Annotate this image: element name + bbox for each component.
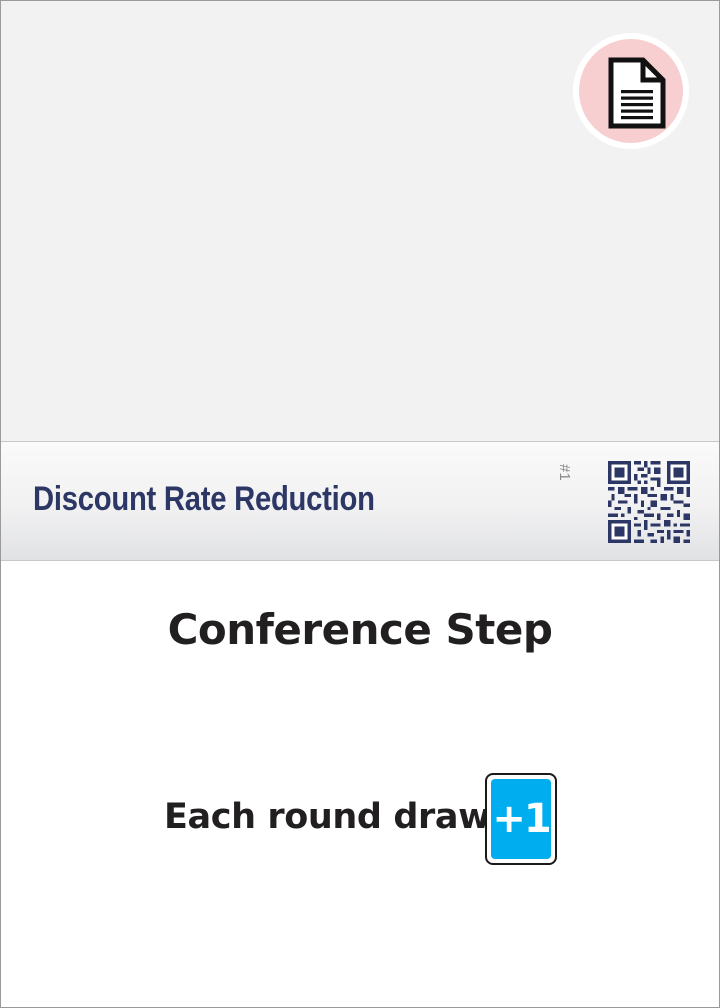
- effect-text: Each round draw: [164, 797, 491, 837]
- document-icon: [608, 57, 666, 129]
- draw-token-face: +1: [491, 779, 552, 859]
- step-heading: Conference Step: [167, 605, 553, 654]
- card-type-badge: [573, 33, 689, 149]
- draw-amount: +1: [492, 796, 551, 842]
- card-type-badge-circle: [579, 39, 683, 143]
- qr-code-icon: [608, 461, 690, 543]
- card-number: #1: [556, 464, 573, 481]
- game-card[interactable]: Discount Rate Reduction #1 Conference St…: [0, 0, 720, 1008]
- draw-token: +1: [485, 773, 557, 865]
- card-art-area: [1, 1, 719, 441]
- title-band: Discount Rate Reduction #1: [1, 441, 719, 561]
- card-title: Discount Rate Reduction: [33, 480, 375, 518]
